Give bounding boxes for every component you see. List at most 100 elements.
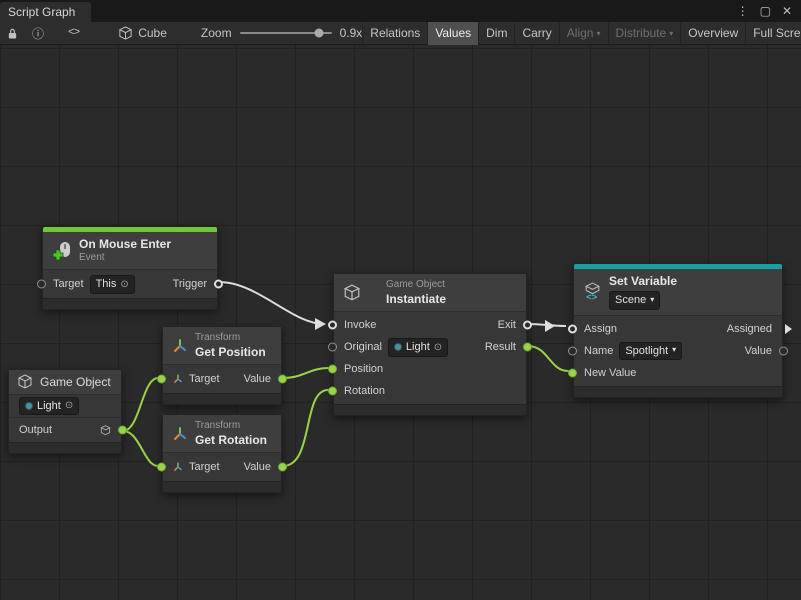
node-title: Get Rotation (195, 433, 267, 447)
object-picker-icon[interactable]: ⊙ (120, 278, 128, 291)
values-button[interactable]: Values (427, 22, 478, 45)
node-footer (163, 393, 281, 404)
graph-toolbar: ⓘ <> Cube Zoom 0.9x Relations Values (0, 22, 801, 45)
game-object-field[interactable]: Light ⊙ (19, 397, 79, 415)
wire-trigger-to-invoke (219, 282, 324, 324)
window-menu-icon[interactable]: ⋮ (737, 5, 749, 17)
wire-exit-to-assign (528, 324, 566, 326)
wire-arrowhead (315, 318, 326, 330)
node-title: Game Object (40, 375, 111, 389)
set-variable-icon: <> (583, 282, 602, 301)
toolbar-buttons: Relations Values Dim Carry Align ▾ Distr… (362, 22, 801, 45)
relations-button[interactable]: Relations (362, 22, 427, 45)
relations-button-label: Relations (370, 26, 420, 40)
cube-icon (343, 284, 361, 302)
svg-text:<>: <> (586, 292, 598, 301)
zoom-slider-knob[interactable] (314, 29, 323, 38)
node-get-position[interactable]: Transform Get Position Target Value (162, 326, 282, 405)
lock-icon[interactable] (0, 27, 25, 40)
tab-script-graph[interactable]: Script Graph (0, 2, 91, 22)
node-instantiate[interactable]: Game Object Instantiate Invoke Exit Orig… (333, 273, 527, 416)
info-icon[interactable]: ⓘ (25, 25, 51, 42)
carry-button-label: Carry (522, 26, 551, 40)
variable-scope-dropdown[interactable]: Scene ▾ (609, 291, 660, 309)
trigger-output-port[interactable] (214, 280, 223, 289)
assign-row: Assign Assigned (574, 318, 782, 340)
cube-icon (118, 26, 133, 41)
value-output-port[interactable] (278, 463, 287, 472)
wire-result-to-newvalue (528, 346, 568, 371)
node-title: On Mouse Enter (79, 237, 171, 251)
output-port[interactable] (118, 426, 127, 435)
code-icon[interactable]: <> (61, 27, 86, 39)
output-row: Output (9, 418, 121, 442)
node-header: Game Object (9, 370, 121, 395)
original-object-field[interactable]: Light ⊙ (388, 338, 448, 356)
transform-mini-icon (173, 462, 183, 472)
target-port-label: Target (189, 373, 220, 385)
wire-arrowhead (545, 320, 555, 332)
target-input-port[interactable] (37, 280, 46, 289)
assign-input-port[interactable] (568, 324, 577, 333)
target-object-field[interactable]: This ⊙ (90, 275, 135, 293)
node-set-variable[interactable]: <> Set Variable Scene ▾ Assign Assigned (573, 263, 783, 398)
node-get-rotation[interactable]: Transform Get Rotation Target Value (162, 414, 282, 493)
rotation-input-port[interactable] (328, 387, 337, 396)
node-category: Transform (195, 332, 266, 344)
object-picker-icon[interactable]: ⊙ (65, 399, 73, 412)
output-port-label: Output (19, 424, 52, 436)
node-title: Get Position (195, 345, 266, 359)
node-header: On Mouse Enter Event (43, 232, 217, 270)
node-header: Transform Get Rotation (163, 415, 281, 453)
game-object-mini-icon (100, 425, 111, 436)
result-port-label: Result (485, 341, 516, 353)
graph-canvas[interactable]: On Mouse Enter Event Target This ⊙ Trigg… (0, 45, 801, 600)
result-output-port[interactable] (523, 343, 532, 352)
node-footer (334, 404, 526, 415)
zoom-slider[interactable] (240, 32, 332, 34)
align-button[interactable]: Align ▾ (559, 22, 608, 45)
distribute-button[interactable]: Distribute ▾ (608, 22, 681, 45)
graph-name: Cube (138, 26, 167, 40)
name-input-port[interactable] (568, 346, 577, 355)
position-input-port[interactable] (328, 365, 337, 374)
node-game-object-literal[interactable]: Game Object Light ⊙ Output (8, 369, 122, 454)
distribute-button-label: Distribute (616, 26, 667, 40)
object-picker-icon[interactable]: ⊙ (434, 341, 442, 354)
exit-port-label: Exit (498, 319, 516, 331)
invoke-input-port[interactable] (328, 321, 337, 330)
overview-button[interactable]: Overview (680, 22, 745, 45)
value-port-label: Value (244, 373, 271, 385)
assigned-output-port[interactable] (785, 324, 792, 334)
value-output-port[interactable] (779, 346, 788, 355)
node-subtitle: Event (79, 252, 171, 264)
window-close-icon[interactable]: ✕ (782, 5, 792, 17)
full-screen-button[interactable]: Full Screen (745, 22, 801, 45)
original-input-port[interactable] (328, 343, 337, 352)
transform-icon (172, 338, 188, 354)
script-graph-window: Script Graph ⋮ ▢ ✕ ⓘ <> Cube (0, 0, 801, 600)
light-object-icon (394, 343, 402, 351)
original-object-value: Light (406, 340, 430, 354)
node-footer (43, 298, 217, 309)
position-row: Position (334, 358, 526, 380)
node-on-mouse-enter[interactable]: On Mouse Enter Event Target This ⊙ Trigg… (42, 226, 218, 310)
dim-button[interactable]: Dim (478, 22, 514, 45)
transform-icon (172, 426, 188, 442)
variable-name-value: Spotlight (625, 344, 668, 358)
new-value-input-port[interactable] (568, 368, 577, 377)
exit-output-port[interactable] (523, 321, 532, 330)
wire-position-value (283, 368, 328, 378)
value-output-port[interactable] (278, 375, 287, 384)
carry-button[interactable]: Carry (514, 22, 558, 45)
window-maximize-icon[interactable]: ▢ (760, 5, 771, 17)
target-value-row: Target Value (163, 367, 281, 391)
target-input-port[interactable] (157, 463, 166, 472)
target-object-value: This (96, 277, 117, 291)
node-header: Game Object Instantiate (334, 274, 526, 312)
object-field-row: Light ⊙ (9, 395, 121, 417)
variable-name-dropdown[interactable]: Spotlight ▾ (619, 342, 682, 360)
graph-breadcrumb[interactable]: Cube (118, 26, 167, 41)
rotation-port-label: Rotation (344, 385, 385, 397)
target-input-port[interactable] (157, 375, 166, 384)
